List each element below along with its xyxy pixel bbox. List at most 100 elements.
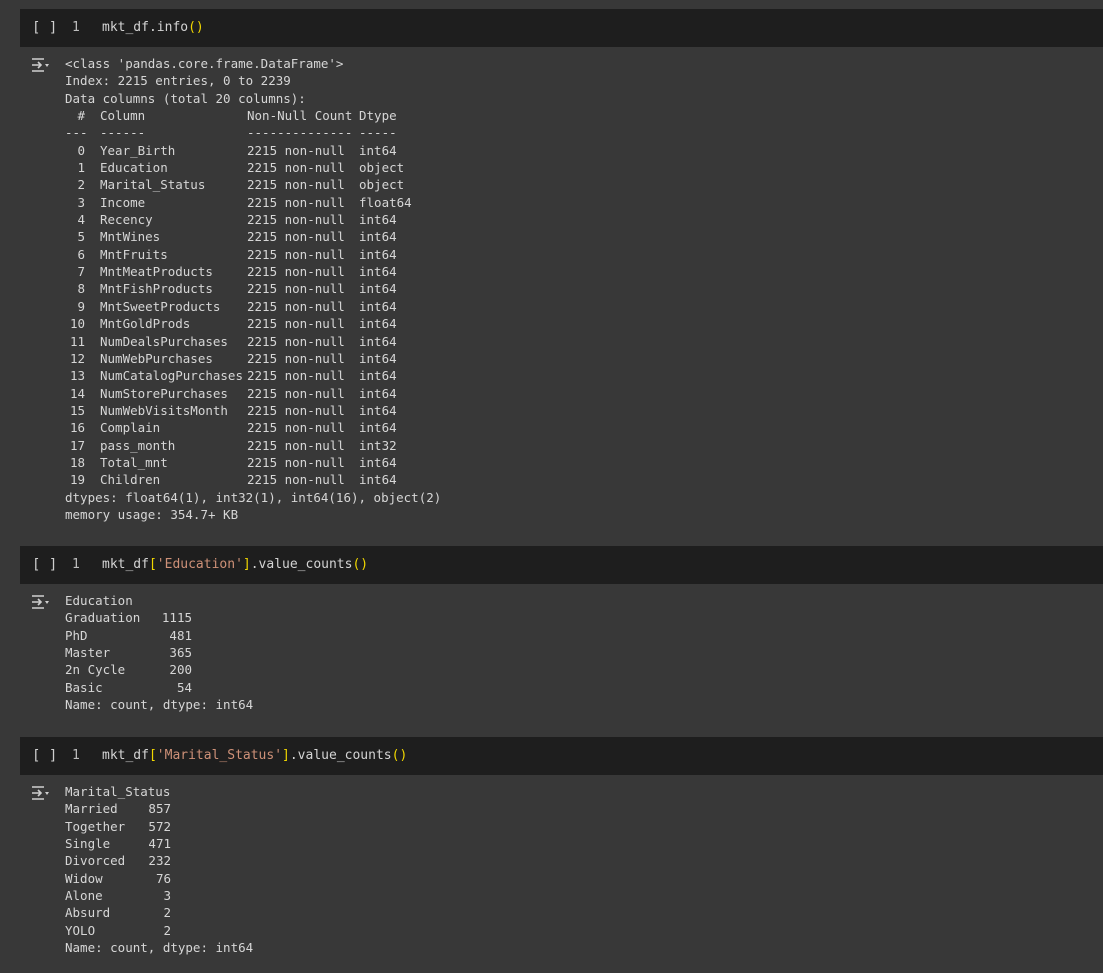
row-column: NumStorePurchases xyxy=(100,385,228,401)
row-count: 2215 non-null xyxy=(247,316,345,332)
code-bracket-open: [ xyxy=(148,748,157,763)
row-dtype: int64 xyxy=(359,402,397,418)
output-line: memory usage: 354.7+ KB xyxy=(65,506,239,522)
code-bracket-open: [ xyxy=(148,557,157,572)
rule-count: -------------- xyxy=(247,125,353,141)
code-token: mkt_df xyxy=(102,557,149,572)
value-count-value: 365 xyxy=(169,645,192,661)
value-count-row: Widow 76 xyxy=(65,870,253,887)
row-num: 16 xyxy=(69,420,85,436)
output-toggle-icon[interactable] xyxy=(30,593,50,611)
row-num: 15 xyxy=(69,402,85,418)
value-count-value: 572 xyxy=(148,818,171,834)
header-num: # xyxy=(77,108,85,124)
value-count-row: Married 857 xyxy=(65,800,253,817)
marital-output: Marital_Status Married 857 Together 572 Sing… xyxy=(65,783,253,956)
code-string: 'Marital_Status' xyxy=(156,748,283,763)
row-count: 2215 non-null xyxy=(247,160,345,176)
info-table-row: 17 pass_month 2215 non-null int32 xyxy=(65,437,441,454)
value-count-row: Single 471 xyxy=(65,835,253,852)
value-count-value: 232 xyxy=(148,853,171,869)
row-count: 2215 non-null xyxy=(247,472,345,488)
value-count-value: 481 xyxy=(169,627,192,643)
row-count: 2215 non-null xyxy=(247,246,345,262)
output-title: Education xyxy=(65,593,133,608)
row-num: 9 xyxy=(77,298,85,314)
row-dtype: int64 xyxy=(359,316,397,332)
row-dtype: int64 xyxy=(359,246,397,262)
run-cell-button[interactable]: [ ] xyxy=(32,546,57,584)
row-count: 2215 non-null xyxy=(247,212,345,228)
value-count-value: 76 xyxy=(155,870,171,886)
row-num: 3 xyxy=(77,194,85,210)
row-count: 2215 non-null xyxy=(247,194,345,210)
row-dtype: int64 xyxy=(359,212,397,228)
value-count-value: 54 xyxy=(176,679,192,695)
line-number: 1 xyxy=(72,557,80,572)
row-dtype: int64 xyxy=(359,454,397,470)
run-cell-button[interactable]: [ ] xyxy=(32,737,57,775)
row-dtype: int32 xyxy=(359,437,397,453)
header-count: Non-Null Count xyxy=(247,108,353,124)
row-column: Total_mnt xyxy=(100,454,168,470)
code-token: .value_counts xyxy=(289,748,392,763)
info-table-row: 8 MntFishProducts 2215 non-null int64 xyxy=(65,280,441,297)
row-column: Children xyxy=(100,472,161,488)
output-footer: Name: count, dtype: int64 xyxy=(65,940,254,956)
rule-dtype: ----- xyxy=(359,125,397,141)
header-column: Column xyxy=(100,108,146,124)
info-table-row: 11 NumDealsPurchases 2215 non-null int64 xyxy=(65,333,441,350)
info-table-row: 10 MntGoldProds 2215 non-null int64 xyxy=(65,315,441,332)
row-num: 7 xyxy=(77,264,85,280)
run-cell-button[interactable]: [ ] xyxy=(32,9,57,47)
row-count: 2215 non-null xyxy=(247,437,345,453)
code-bracket-close: ] xyxy=(242,557,251,572)
row-num: 11 xyxy=(69,333,85,349)
row-num: 14 xyxy=(69,385,85,401)
info-table-row: 13 NumCatalogPurchases 2215 non-null int64 xyxy=(65,367,441,384)
value-count-row: Together 572 xyxy=(65,818,253,835)
value-count-value: 3 xyxy=(163,888,171,904)
row-dtype: int64 xyxy=(359,472,397,488)
output-toggle-icon[interactable] xyxy=(30,56,50,74)
code-bracket-close: ] xyxy=(282,748,290,763)
code-text[interactable]: mkt_df.info() xyxy=(102,9,204,47)
output-toggle-icon[interactable] xyxy=(30,784,50,802)
code-text[interactable]: mkt_df['Marital_Status'].value_counts() xyxy=(102,737,407,775)
output-line: dtypes: float64(1), int32(1), int64(16),… xyxy=(65,489,442,505)
code-string: 'Education' xyxy=(156,557,243,572)
cell-input-area[interactable]: [ ] 1 mkt_df['Marital_Status'].value_cou… xyxy=(20,737,1103,775)
row-column: MntGoldProds xyxy=(100,316,191,332)
row-dtype: int64 xyxy=(359,229,397,245)
row-column: Recency xyxy=(100,212,153,228)
value-count-value: 857 xyxy=(148,801,171,817)
output-title: Marital_Status xyxy=(65,784,171,799)
code-token: mkt_df xyxy=(102,748,149,763)
row-dtype: int64 xyxy=(359,264,397,280)
cell-input-area[interactable]: [ ] 1 mkt_df.info() xyxy=(20,9,1103,47)
notebook-page: [ ] 1 mkt_df.info() <class 'pandas.core.… xyxy=(0,0,1103,973)
code-text[interactable]: mkt_df['Education'].value_counts() xyxy=(102,546,368,584)
row-num: 4 xyxy=(77,212,85,228)
info-table-row: 9 MntSweetProducts 2215 non-null int64 xyxy=(65,298,441,315)
row-dtype: int64 xyxy=(359,298,397,314)
line-number: 1 xyxy=(72,20,80,35)
row-column: NumWebVisitsMonth xyxy=(100,402,228,418)
row-num: 18 xyxy=(69,454,85,470)
cell-input-area[interactable]: [ ] 1 mkt_df['Education'].value_counts() xyxy=(20,546,1103,584)
row-column: MntSweetProducts xyxy=(100,298,221,314)
value-count-row: 2n Cycle 200 xyxy=(65,661,253,678)
row-dtype: float64 xyxy=(359,194,412,210)
info-table-row: 14 NumStorePurchases 2215 non-null int64 xyxy=(65,385,441,402)
info-table-row: 7 MntMeatProducts 2215 non-null int64 xyxy=(65,263,441,280)
row-column: Year_Birth xyxy=(100,142,176,158)
line-number: 1 xyxy=(72,748,80,763)
row-count: 2215 non-null xyxy=(247,229,345,245)
row-column: NumDealsPurchases xyxy=(100,333,228,349)
row-column: NumCatalogPurchases xyxy=(100,368,243,384)
value-count-row: Graduation 1115 xyxy=(65,609,253,626)
row-count: 2215 non-null xyxy=(247,368,345,384)
row-dtype: object xyxy=(359,177,405,193)
info-table-header: # Column Non-Null Count Dtype xyxy=(65,107,441,124)
info-table-row: 2 Marital_Status 2215 non-null object xyxy=(65,176,441,193)
